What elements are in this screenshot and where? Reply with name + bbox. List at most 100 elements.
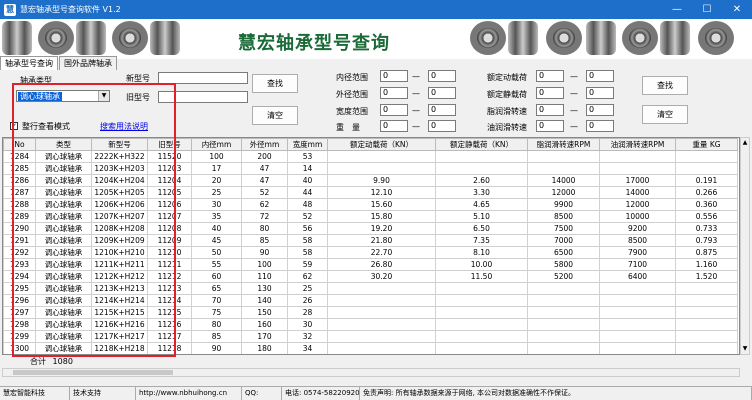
- dynamic-load-to[interactable]: 0: [586, 70, 614, 82]
- total-row: 合计 1080: [30, 356, 73, 367]
- table-cell: 11.50: [435, 270, 528, 283]
- table-row[interactable]: 7294 调心球轴承 1212K+H212 11212 60 110 62 30.20 11.5…: [3, 270, 738, 283]
- bearing-type-label: 轴承类型: [20, 76, 52, 85]
- dynamic-load-from[interactable]: 0: [536, 70, 564, 82]
- column-header[interactable]: 类型: [35, 138, 92, 151]
- find-button[interactable]: 查找: [252, 74, 298, 93]
- table-cell: 0.360: [675, 198, 738, 211]
- table-cell: 11204: [147, 174, 192, 187]
- results-grid[interactable]: No 类型 新型号 旧型号 内径mm 外径mm 宽度mm 额定动载荷（KN） 额定静载荷（KN）…: [2, 137, 740, 355]
- bearing-image: [508, 21, 538, 55]
- inner-diameter-to[interactable]: 0: [428, 70, 456, 82]
- table-cell: [435, 330, 528, 343]
- close-button[interactable]: ✕: [722, 0, 752, 19]
- table-cell: 90: [191, 342, 242, 354]
- grease-speed-from[interactable]: 0: [536, 104, 564, 116]
- table-row[interactable]: 7301调心球轴承1220K+H2201122010020038: [4, 355, 738, 356]
- table-cell: [675, 162, 738, 175]
- bearing-type-select[interactable]: 调心球轴承 ▼: [16, 90, 110, 102]
- table-row[interactable]: 7288 调心球轴承 1206K+H206 11206 30 62 48 15.60 4.65 9…: [3, 198, 738, 211]
- grease-speed-to[interactable]: 0: [586, 104, 614, 116]
- column-header[interactable]: 额定静载荷（KN）: [435, 138, 528, 151]
- table-row[interactable]: 7298 调心球轴承 1216K+H216 11216 80 160 30: [3, 318, 738, 331]
- width-from[interactable]: 0: [380, 104, 408, 116]
- bearing-image: [622, 21, 658, 55]
- chevron-down-icon[interactable]: ▼: [98, 91, 109, 101]
- scroll-up-icon[interactable]: ▲: [741, 138, 749, 148]
- new-model-label: 新型号: [126, 74, 150, 83]
- bearing-image: [546, 21, 582, 55]
- table-row[interactable]: 7284 调心球轴承 2222K+H322 11520 100 200 53: [3, 150, 738, 163]
- row-view-checkbox[interactable]: ✓: [10, 122, 18, 130]
- column-header[interactable]: 外径mm: [241, 138, 288, 151]
- table-cell: 调心球轴承: [35, 174, 92, 187]
- new-model-input[interactable]: [158, 72, 248, 84]
- vertical-scrollbar[interactable]: ▲ ▼: [740, 137, 750, 355]
- clear-button-2[interactable]: 清空: [642, 105, 688, 124]
- table-cell: [435, 318, 528, 331]
- scroll-down-icon[interactable]: ▼: [741, 344, 749, 354]
- table-row[interactable]: 7287 调心球轴承 1205K+H205 11205 25 52 44 12.10 3.30 1…: [3, 186, 738, 199]
- table-row[interactable]: 7296 调心球轴承 1214K+H214 11214 70 140 26: [3, 294, 738, 307]
- scroll-thumb[interactable]: [13, 370, 173, 375]
- status-disclaimer: 免责声明: 所有轴承数据来源于网络, 本公司对数据准确性不作保证。: [360, 387, 752, 400]
- oil-speed-from[interactable]: 0: [536, 120, 564, 132]
- table-cell: [327, 162, 436, 175]
- old-model-input[interactable]: [158, 91, 248, 103]
- width-to[interactable]: 0: [428, 104, 456, 116]
- table-row[interactable]: 7300 调心球轴承 1218K+H218 11218 90 180 34: [3, 342, 738, 354]
- horizontal-scrollbar[interactable]: [2, 368, 740, 377]
- static-load-from[interactable]: 0: [536, 87, 564, 99]
- column-header[interactable]: 宽度mm: [287, 138, 328, 151]
- table-cell: 11216: [147, 318, 192, 331]
- weight-from[interactable]: 0: [380, 120, 408, 132]
- table-cell: 11205: [147, 186, 192, 199]
- table-cell: 1.520: [675, 270, 738, 283]
- table-cell: 17000: [599, 174, 676, 187]
- column-header[interactable]: 旧型号: [147, 138, 192, 151]
- maximize-button[interactable]: ☐: [692, 0, 722, 19]
- table-row[interactable]: 7299 调心球轴承 1217K+H217 11217 85 170 32: [3, 330, 738, 343]
- column-header[interactable]: No: [3, 138, 36, 151]
- column-header[interactable]: 内径mm: [191, 138, 242, 151]
- outer-diameter-from[interactable]: 0: [380, 87, 408, 99]
- table-cell: [435, 150, 528, 163]
- tab-bearing-query[interactable]: 轴承型号查询: [0, 56, 58, 70]
- column-header[interactable]: 重量 KG: [675, 138, 738, 151]
- column-header[interactable]: 额定动载荷（KN）: [327, 138, 436, 151]
- outer-diameter-to[interactable]: 0: [428, 87, 456, 99]
- inner-diameter-from[interactable]: 0: [380, 70, 408, 82]
- table-row[interactable]: 7295 调心球轴承 1213K+H213 11213 65 130 25: [3, 282, 738, 295]
- status-qq: QQ:: [242, 387, 282, 400]
- table-row[interactable]: 7297 调心球轴承 1215K+H215 11215 75 150 28: [3, 306, 738, 319]
- static-load-to[interactable]: 0: [586, 87, 614, 99]
- table-cell: 11520: [147, 150, 192, 163]
- column-header[interactable]: 脂润滑转速RPM: [527, 138, 600, 151]
- window-title: 慧宏轴承型号查询软件 V1.2: [20, 5, 121, 14]
- find-button-2[interactable]: 查找: [642, 76, 688, 95]
- table-cell: [327, 150, 436, 163]
- bearing-image: [2, 21, 32, 55]
- clear-button[interactable]: 清空: [252, 106, 298, 125]
- table-cell: 1218K+H218: [91, 342, 148, 354]
- table-row[interactable]: 7290 调心球轴承 1208K+H208 11208 40 80 56 19.20 6.50 7…: [3, 222, 738, 235]
- table-cell: 1216K+H216: [91, 318, 148, 331]
- table-row[interactable]: 7285 调心球轴承 1203K+H203 11203 17 47 14: [3, 162, 738, 175]
- column-header[interactable]: 新型号: [91, 138, 148, 151]
- table-cell: 7297: [3, 306, 36, 319]
- minimize-button[interactable]: —: [662, 0, 692, 19]
- table-cell: 19.20: [327, 222, 436, 235]
- table-row[interactable]: 7293 调心球轴承 1211K+H211 11211 55 100 59 26.80 10.0…: [3, 258, 738, 271]
- column-header[interactable]: 油润滑转速RPM: [599, 138, 676, 151]
- table-row[interactable]: 7289 调心球轴承 1207K+H207 11207 35 72 52 15.80 5.10 8…: [3, 210, 738, 223]
- status-website[interactable]: http://www.nbhuihong.cn: [136, 387, 242, 400]
- table-row[interactable]: 7292 调心球轴承 1210K+H210 11210 50 90 58 22.70 8.10 6…: [3, 246, 738, 259]
- table-cell: 7000: [527, 234, 600, 247]
- weight-to[interactable]: 0: [428, 120, 456, 132]
- table-row[interactable]: 7291 调心球轴承 1209K+H209 11209 45 85 58 21.80 7.35 7…: [3, 234, 738, 247]
- table-cell: 17: [191, 162, 242, 175]
- oil-speed-to[interactable]: 0: [586, 120, 614, 132]
- tab-foreign-brands[interactable]: 国外品牌轴承: [59, 56, 117, 70]
- table-row[interactable]: 7286 调心球轴承 1204K+H204 11204 20 47 40 9.90 2.60 14…: [3, 174, 738, 187]
- search-help-link[interactable]: 搜索用法说明: [100, 121, 148, 132]
